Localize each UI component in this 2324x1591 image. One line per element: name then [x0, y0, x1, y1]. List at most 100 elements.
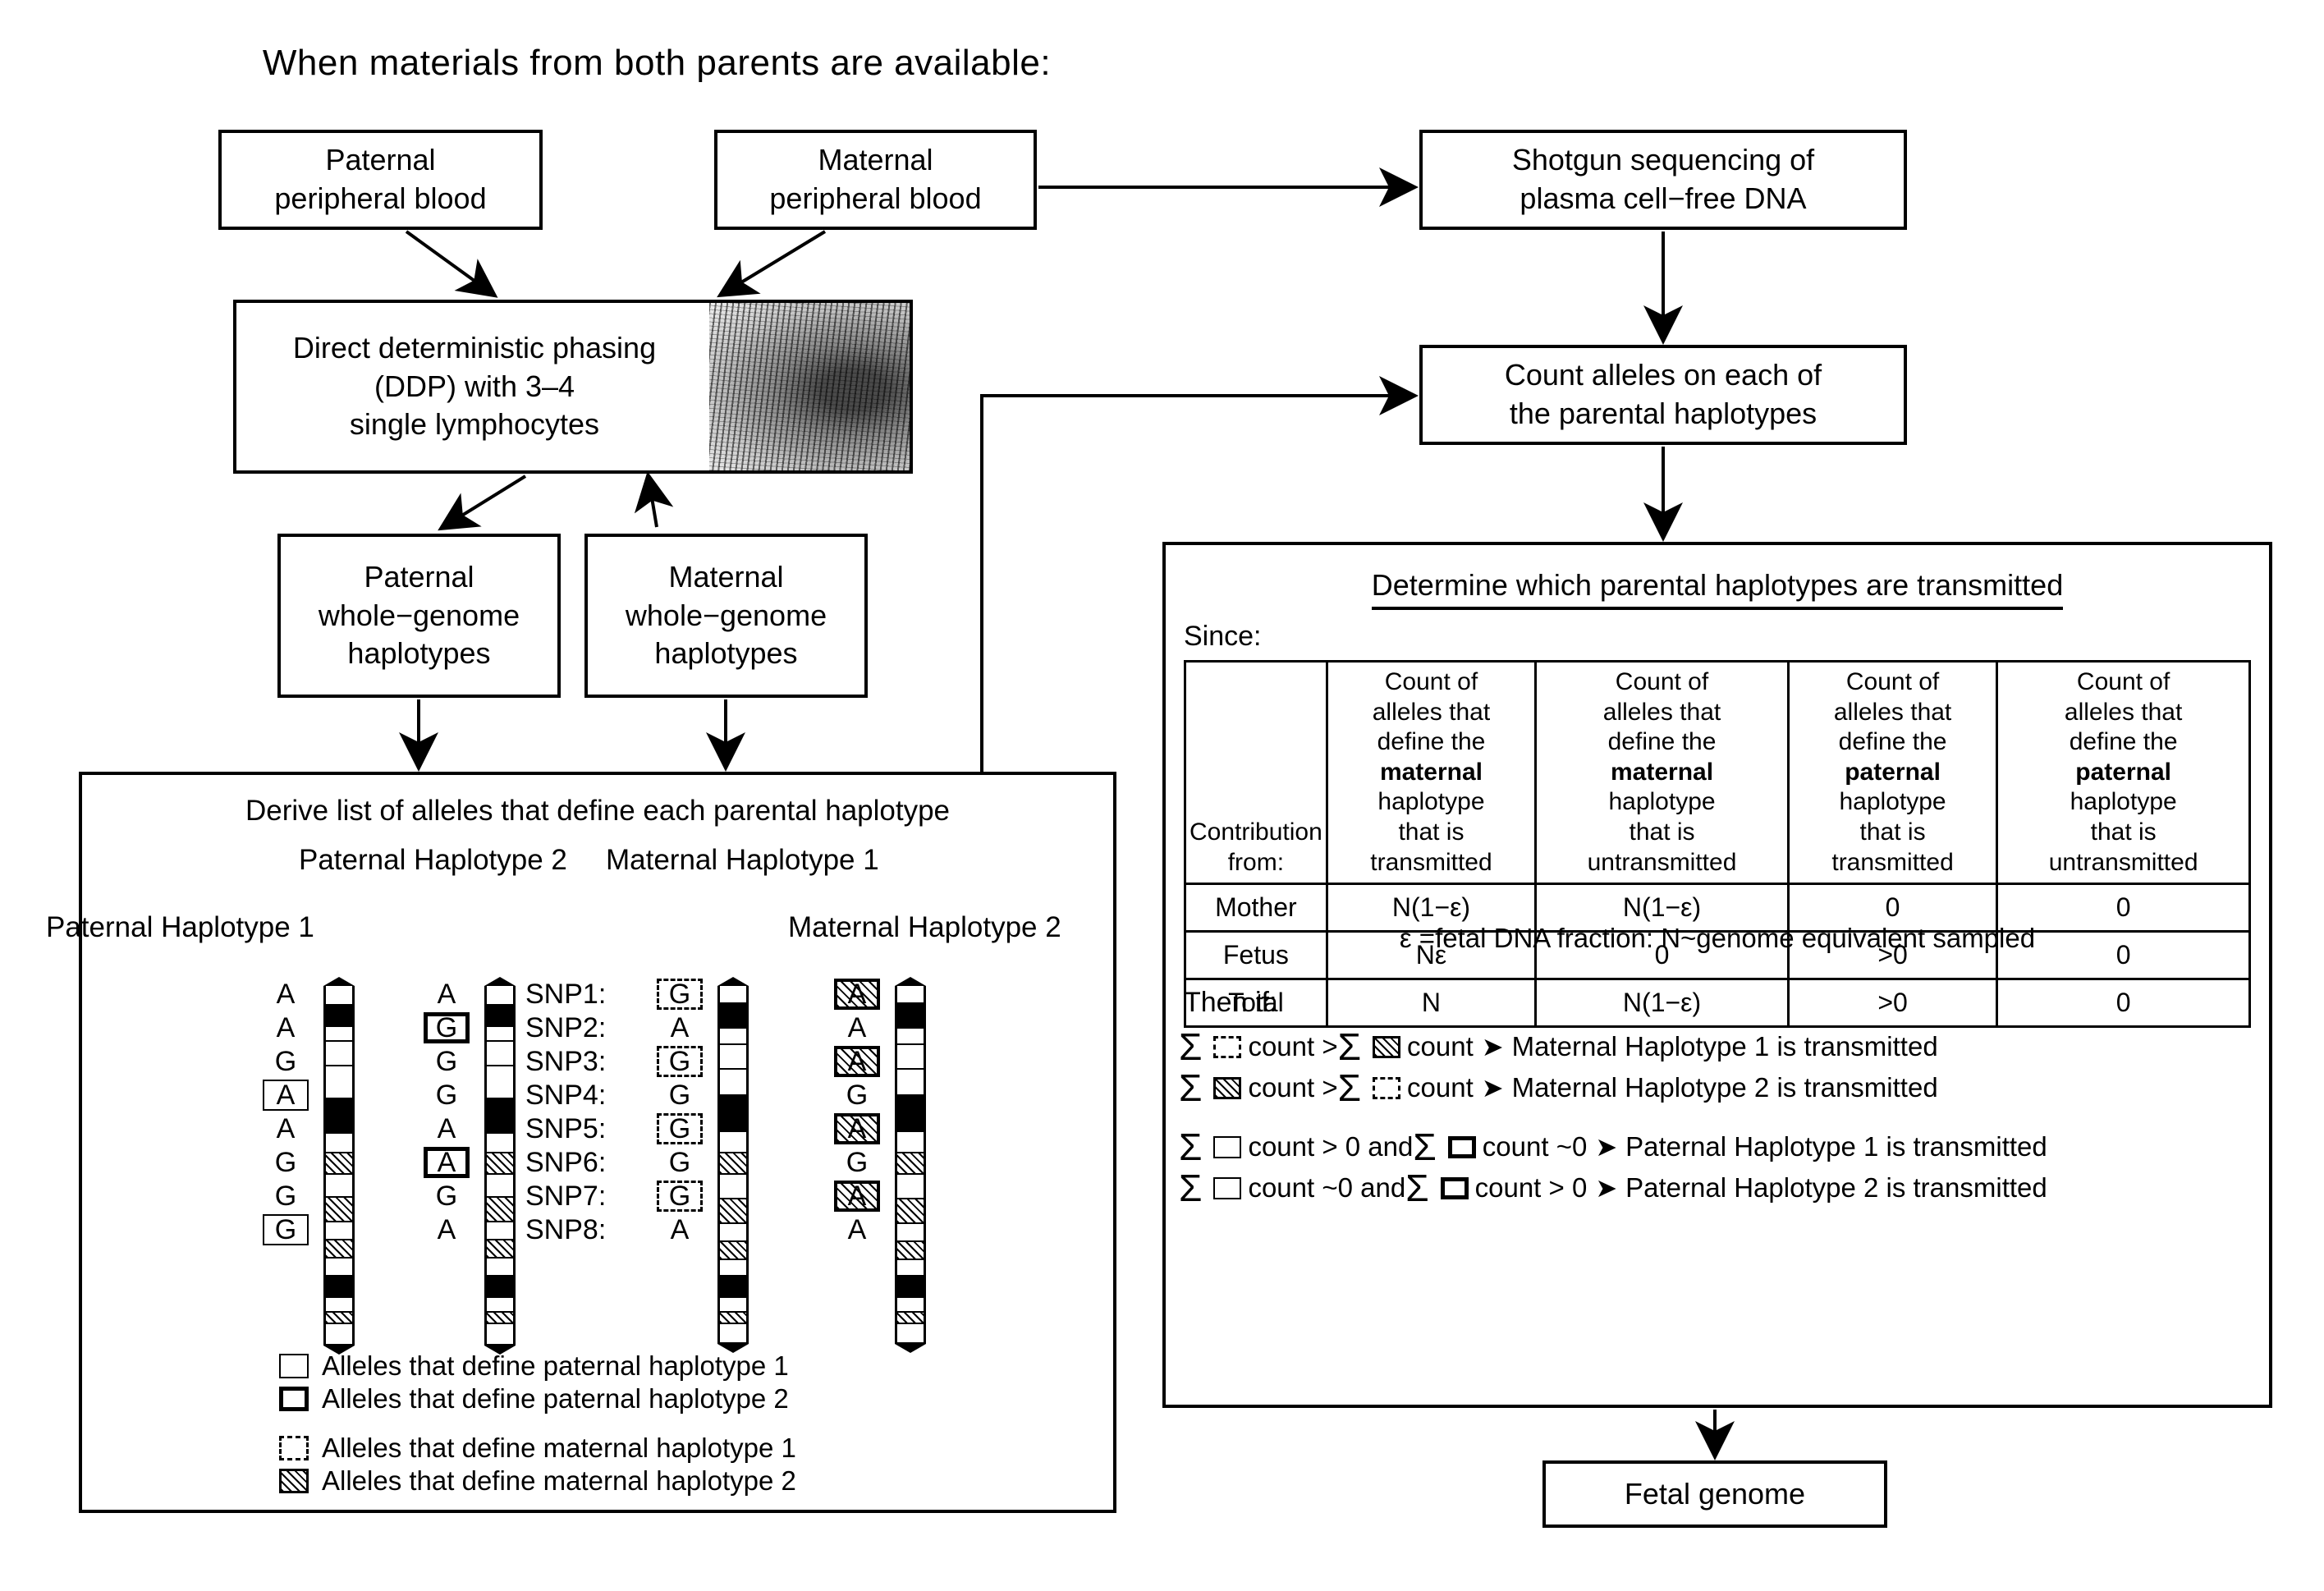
snp-label-column: SNP1: SNP2: SNP3: SNP4: SNP5: SNP6: SNP7: SNP8:: [525, 977, 606, 1246]
ddp-box[interactable]: Direct deterministic phasing (DDP) with …: [233, 300, 913, 474]
allele-marker-thick: G: [424, 1011, 470, 1043]
snp-label: SNP7:: [525, 1180, 607, 1212]
table-cell: 0: [1996, 978, 2251, 1029]
table-column-header-2: Count of alleles that define the maternal ha…: [1534, 659, 1790, 886]
allele-cell: A: [437, 1112, 456, 1144]
derive-alleles-panel: Derive list of alleles that define each …: [46, 772, 1116, 1513]
table-cell: N(1−ε): [1534, 978, 1790, 1029]
table-column-header-1: Count of alleles that define the maternal ha…: [1325, 659, 1538, 886]
legend-label: Alleles that define maternal haplotype 1: [322, 1433, 796, 1463]
right-panel-title-text: Determine which parental haplotypes are …: [1371, 568, 2064, 610]
box-line: Maternal: [668, 559, 784, 594]
allele-cell: G: [274, 1146, 297, 1178]
allele-cell: A: [827, 1112, 887, 1145]
rule-operator: count ~0: [1482, 1131, 1588, 1162]
table-column-header-3: Count of alleles that define the paternal ha…: [1786, 659, 1999, 886]
allele-cell: A: [670, 1213, 690, 1245]
maternal-peripheral-blood-box[interactable]: Maternal peripheral blood: [714, 130, 1037, 230]
table-corner-header: Contribution from:: [1184, 659, 1328, 886]
legend-label: Alleles that define paternal haplotype 1: [322, 1350, 789, 1381]
box-line: peripheral blood: [274, 181, 487, 215]
transmission-rule: Σcount > Σcount ➤ Maternal Haplotype 2 is …: [1179, 1069, 1938, 1107]
rule-result: Paternal Haplotype 2 is transmitted: [1625, 1172, 2047, 1203]
box-line: peripheral blood: [769, 181, 982, 215]
allele-cell: A: [276, 1112, 296, 1144]
snp-label: SNP6:: [525, 1146, 607, 1178]
allele-cell: G: [846, 1079, 869, 1111]
box-line: (DDP) with 3–4: [374, 369, 575, 403]
legend-swatch-thin: [279, 1354, 309, 1378]
legend-label: Alleles that define paternal haplotype 2: [322, 1383, 789, 1414]
sigma-symbol: Σ: [1337, 1066, 1362, 1109]
allele-cell: A: [256, 1078, 315, 1112]
table-header-row: Contribution from: Count of alleles that def…: [1184, 659, 2251, 886]
box-line: Direct deterministic phasing: [292, 330, 657, 365]
allele-column-paternal-hap2: AGGGAAGA: [417, 977, 476, 1246]
shotgun-sequencing-box[interactable]: Shotgun sequencing of plasma cell−free D…: [1419, 130, 1907, 230]
then-if-label: Then if:: [1184, 987, 1277, 1018]
allele-cell: A: [827, 977, 887, 1011]
allele-marker-hatch: A: [834, 1112, 880, 1144]
allele-marker-hatch: A: [834, 1180, 880, 1212]
sigma-symbol: Σ: [1179, 1025, 1203, 1068]
allele-cell: A: [847, 1011, 867, 1043]
rule-operator: count: [1407, 1072, 1474, 1103]
legend-row: Alleles that define paternal haplotype 2: [279, 1382, 796, 1415]
fetal-genome-box[interactable]: Fetal genome: [1542, 1460, 1887, 1528]
contribution-table: Contribution from: Count of alleles that def…: [1184, 659, 2251, 1029]
rule-arrow-icon: ➤: [1481, 1073, 1504, 1103]
label-paternal-haplotype-2: Paternal Haplotype 2: [299, 844, 567, 876]
allele-marker-thin: G: [263, 1213, 309, 1245]
rule-symbol-thick: [1447, 1135, 1476, 1158]
rule-symbol-thin: [1213, 1135, 1242, 1158]
table-row: Total N N(1−ε) >0 0: [1184, 978, 2251, 1029]
rule-result: Maternal Haplotype 1 is transmitted: [1511, 1031, 1938, 1061]
label-maternal-haplotype-2: Maternal Haplotype 2: [788, 911, 1061, 943]
legend-label: Alleles that define maternal haplotype 2: [322, 1465, 796, 1496]
snp-label: SNP2:: [525, 1011, 607, 1043]
snp-label: SNP4:: [525, 1079, 607, 1111]
rule-operator: count > 0: [1474, 1172, 1588, 1203]
transmission-rule: Σcount > 0 and Σcount ~0 ➤ Paternal Haplot…: [1179, 1128, 2047, 1166]
rule-symbol-thin: [1213, 1176, 1242, 1199]
allele-cell: G: [274, 1180, 297, 1212]
microscope-photo: [709, 303, 910, 470]
sigma-symbol: Σ: [1179, 1066, 1203, 1109]
rule-symbol-hatch: [1213, 1076, 1242, 1099]
rule-operator: count: [1407, 1031, 1474, 1061]
ddp-text: Direct deterministic phasing (DDP) with …: [236, 303, 713, 470]
chromosome-ideogram-paternal-1: [323, 977, 355, 1355]
allele-cell: A: [276, 1011, 296, 1043]
allele-marker-dash: G: [657, 1045, 703, 1077]
table-body: Mother N(1−ε) N(1−ε) 0 0 Fetus Nε 0 >0 0 Total N N(1…: [1184, 883, 2251, 1029]
snp-label: SNP3:: [525, 1045, 607, 1077]
chromosome-ideogram-maternal-1: [717, 977, 749, 1353]
label-maternal-haplotype-1: Maternal Haplotype 1: [606, 844, 879, 876]
box-line: plasma cell−free DNA: [1520, 181, 1807, 215]
sigma-symbol: Σ: [1179, 1167, 1203, 1209]
rule-operator: count >: [1248, 1072, 1338, 1103]
legend-swatch-dash: [279, 1436, 309, 1460]
rule-arrow-icon: ➤: [1595, 1132, 1618, 1162]
legend-row: Alleles that define maternal haplotype 2: [279, 1465, 796, 1497]
box-line: Paternal: [364, 559, 474, 594]
rule-symbol-dash: [1213, 1035, 1242, 1058]
legend-row: Alleles that define maternal haplotype 1: [279, 1432, 796, 1465]
snp-label: SNP1:: [525, 978, 607, 1010]
allele-marker-dash: G: [657, 1112, 703, 1144]
maternal-whole-genome-haplotypes-box[interactable]: Maternal whole−genome haplotypes: [584, 534, 868, 698]
paternal-peripheral-blood-box[interactable]: Paternal peripheral blood: [218, 130, 543, 230]
paternal-whole-genome-haplotypes-box[interactable]: Paternal whole−genome haplotypes: [277, 534, 561, 698]
count-alleles-box[interactable]: Count alleles on each of the parental ha…: [1419, 345, 1907, 445]
rule-operator: count > 0 and: [1248, 1131, 1414, 1162]
box-line: whole−genome: [318, 598, 520, 632]
box-line: Shotgun sequencing of: [1511, 143, 1815, 177]
allele-cell: G: [417, 1011, 476, 1044]
legend-row: Alleles that define paternal haplotype 1: [279, 1350, 796, 1382]
allele-cell: A: [847, 1213, 867, 1245]
sigma-symbol: Σ: [1405, 1167, 1429, 1209]
box-line: whole−genome: [625, 598, 827, 632]
sigma-symbol: Σ: [1179, 1126, 1203, 1168]
left-panel-title: Derive list of alleles that define each …: [245, 795, 951, 827]
box-line: single lymphocytes: [349, 407, 600, 442]
